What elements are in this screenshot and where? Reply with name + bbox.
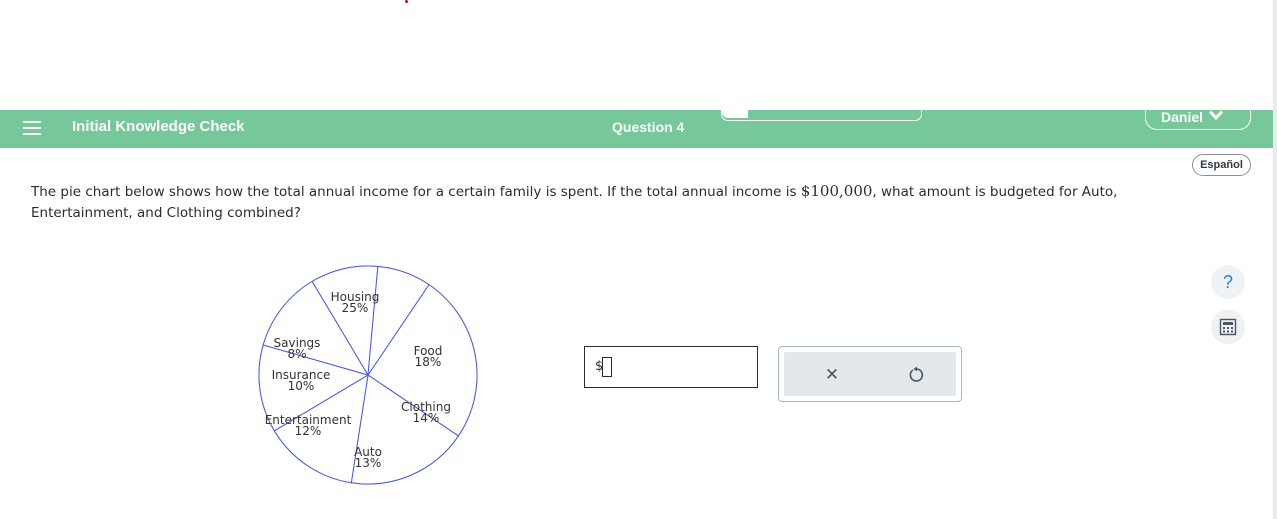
pie-percent-insurance: 10% bbox=[288, 379, 315, 393]
menu-icon[interactable] bbox=[23, 121, 41, 135]
user-name: Daniel bbox=[1161, 109, 1204, 125]
app-title: Initial Knowledge Check bbox=[72, 118, 245, 135]
answer-input[interactable] bbox=[602, 357, 612, 377]
help-label: ? bbox=[1222, 271, 1233, 292]
pie-chart: Housing25%Food18%Clothing14%Auto13%Enter… bbox=[258, 265, 478, 485]
undo-icon[interactable] bbox=[906, 364, 928, 386]
close-icon[interactable]: ✕ bbox=[821, 364, 843, 386]
page: Initial Knowledge Check Question 4 Danie… bbox=[0, 0, 1277, 519]
answer-tools-panel: ✕ bbox=[784, 352, 956, 396]
user-menu-button[interactable]: Daniel bbox=[1145, 105, 1251, 130]
progress-fill bbox=[722, 108, 748, 118]
question-label: Question 4 bbox=[612, 119, 685, 135]
answer-tools: ✕ bbox=[778, 346, 962, 402]
pie-percent-clothing: 14% bbox=[413, 411, 440, 425]
progress-bar bbox=[721, 108, 922, 121]
scrollbar[interactable] bbox=[1273, 0, 1277, 519]
question-amount: $100,000 bbox=[800, 182, 873, 200]
language-button[interactable]: Español bbox=[1192, 154, 1251, 176]
pie-percent-auto: 13% bbox=[355, 456, 382, 470]
answer-field[interactable]: $ bbox=[584, 346, 758, 388]
chevron-down-icon bbox=[1208, 105, 1224, 120]
calculator-icon bbox=[1219, 318, 1237, 336]
red-dot bbox=[405, 0, 408, 3]
calculator-button[interactable] bbox=[1211, 310, 1245, 344]
pie-percent-housing: 25% bbox=[342, 301, 369, 315]
question-text-before: The pie chart below shows how the total … bbox=[31, 184, 801, 200]
help-button[interactable]: ? bbox=[1211, 265, 1245, 299]
question-text: The pie chart below shows how the total … bbox=[31, 181, 1171, 224]
top-bar: Initial Knowledge Check Question 4 Danie… bbox=[0, 105, 1273, 148]
pie-percent-entertainment: 12% bbox=[295, 424, 322, 438]
pie-percent-food: 18% bbox=[415, 355, 442, 369]
pie-percent-savings: 8% bbox=[287, 347, 306, 361]
